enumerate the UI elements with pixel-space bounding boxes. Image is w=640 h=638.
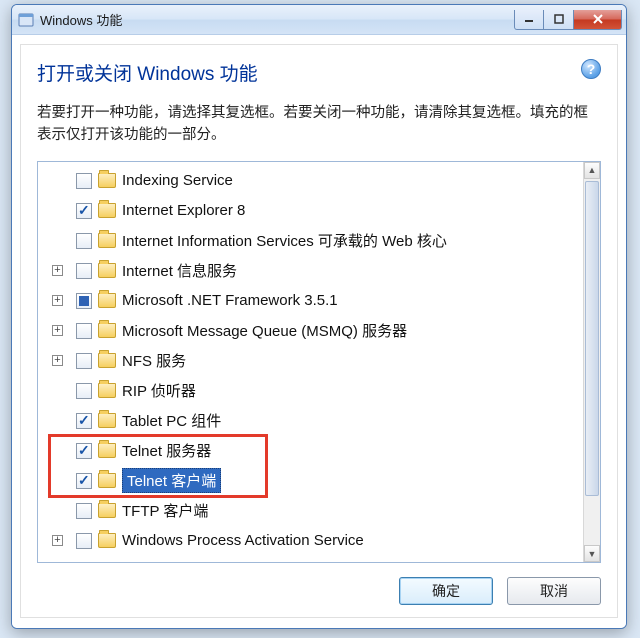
expand-icon[interactable]: + [52,355,63,366]
feature-label[interactable]: Internet Explorer 8 [122,202,245,219]
window-controls [514,10,622,30]
feature-label[interactable]: Windows Process Activation Service [122,532,364,549]
folder-icon [98,413,116,428]
feature-checkbox[interactable] [76,353,92,369]
feature-checkbox[interactable] [76,323,92,339]
feature-checkbox[interactable] [76,383,92,399]
feature-checkbox[interactable] [76,533,92,549]
folder-icon [98,293,116,308]
tree-item[interactable]: Tablet PC 组件 [42,406,583,436]
tree-item[interactable]: + Windows Process Activation Service [42,526,583,556]
feature-label[interactable]: NFS 服务 [122,350,186,371]
folder-icon [98,443,116,458]
feature-label[interactable]: Internet Information Services 可承载的 Web 核… [122,230,447,251]
feature-checkbox[interactable] [76,293,92,309]
feature-label[interactable]: Internet 信息服务 [122,260,237,281]
feature-label[interactable]: TFTP 客户端 [122,500,208,521]
feature-label[interactable]: Microsoft Message Queue (MSMQ) 服务器 [122,320,407,341]
feature-label[interactable]: Telnet 服务器 [122,440,211,461]
tree-item[interactable]: + Microsoft Message Queue (MSMQ) 服务器 [42,316,583,346]
folder-icon [98,533,116,548]
content-panel: ? 打开或关闭 Windows 功能 若要打开一种功能，请选择其复选框。若要关闭… [20,44,618,618]
feature-label[interactable]: Tablet PC 组件 [122,410,221,431]
scroll-track[interactable] [584,179,600,545]
feature-checkbox[interactable] [76,203,92,219]
ok-button[interactable]: 确定 [399,577,493,605]
tree-item[interactable]: TFTP 客户端 [42,496,583,526]
feature-checkbox[interactable] [76,173,92,189]
app-icon [18,12,34,28]
scroll-down-button[interactable]: ▼ [584,545,600,562]
feature-checkbox[interactable] [76,503,92,519]
titlebar[interactable]: Windows 功能 [12,5,626,35]
folder-icon [98,473,116,488]
folder-icon [98,353,116,368]
expand-icon[interactable]: + [52,265,63,276]
instruction-text: 若要打开一种功能，请选择其复选框。若要关闭一种功能，请清除其复选框。填充的框表示… [37,102,601,147]
folder-icon [98,263,116,278]
tree-item[interactable]: + Internet 信息服务 [42,256,583,286]
expand-icon[interactable]: + [52,295,63,306]
cancel-button[interactable]: 取消 [507,577,601,605]
vertical-scrollbar[interactable]: ▲ ▼ [583,162,600,562]
folder-icon [98,173,116,188]
tree-item[interactable]: Internet Explorer 8 [42,196,583,226]
minimize-button[interactable] [514,10,544,30]
folder-icon [98,203,116,218]
client-area: ? 打开或关闭 Windows 功能 若要打开一种功能，请选择其复选框。若要关闭… [12,35,626,628]
help-icon[interactable]: ? [581,59,601,79]
tree-item[interactable]: + Microsoft .NET Framework 3.5.1 [42,286,583,316]
tree-item[interactable]: + NFS 服务 [42,346,583,376]
tree-item[interactable]: Telnet 客户端 [42,466,583,496]
feature-checkbox[interactable] [76,263,92,279]
feature-checkbox[interactable] [76,473,92,489]
folder-icon [98,233,116,248]
feature-label[interactable]: Microsoft .NET Framework 3.5.1 [122,292,338,309]
close-button[interactable] [574,10,622,30]
maximize-button[interactable] [544,10,574,30]
feature-label[interactable]: Indexing Service [122,172,233,189]
tree-item[interactable]: Indexing Service [42,166,583,196]
folder-icon [98,503,116,518]
folder-icon [98,323,116,338]
feature-label[interactable]: Telnet 客户端 [122,468,221,493]
page-title: 打开或关闭 Windows 功能 [37,59,601,86]
dialog-buttons: 确定 取消 [37,577,601,605]
features-tree: Indexing Service Internet Explorer 8 Inter… [37,161,601,563]
expand-icon[interactable]: + [52,535,63,546]
feature-checkbox[interactable] [76,413,92,429]
tree-item[interactable]: Telnet 服务器 [42,436,583,466]
scroll-up-button[interactable]: ▲ [584,162,600,179]
feature-checkbox[interactable] [76,233,92,249]
scroll-thumb[interactable] [585,181,599,496]
expand-icon[interactable]: + [52,325,63,336]
feature-checkbox[interactable] [76,443,92,459]
feature-label[interactable]: RIP 侦听器 [122,380,196,401]
window-title: Windows 功能 [40,10,514,29]
folder-icon [98,383,116,398]
tree-viewport: Indexing Service Internet Explorer 8 Inter… [38,162,583,562]
tree-item[interactable]: Internet Information Services 可承载的 Web 核… [42,226,583,256]
tree-item[interactable]: RIP 侦听器 [42,376,583,406]
windows-features-dialog: Windows 功能 ? 打开或关闭 Windows 功能 若要打开一种功能，请… [11,4,627,629]
